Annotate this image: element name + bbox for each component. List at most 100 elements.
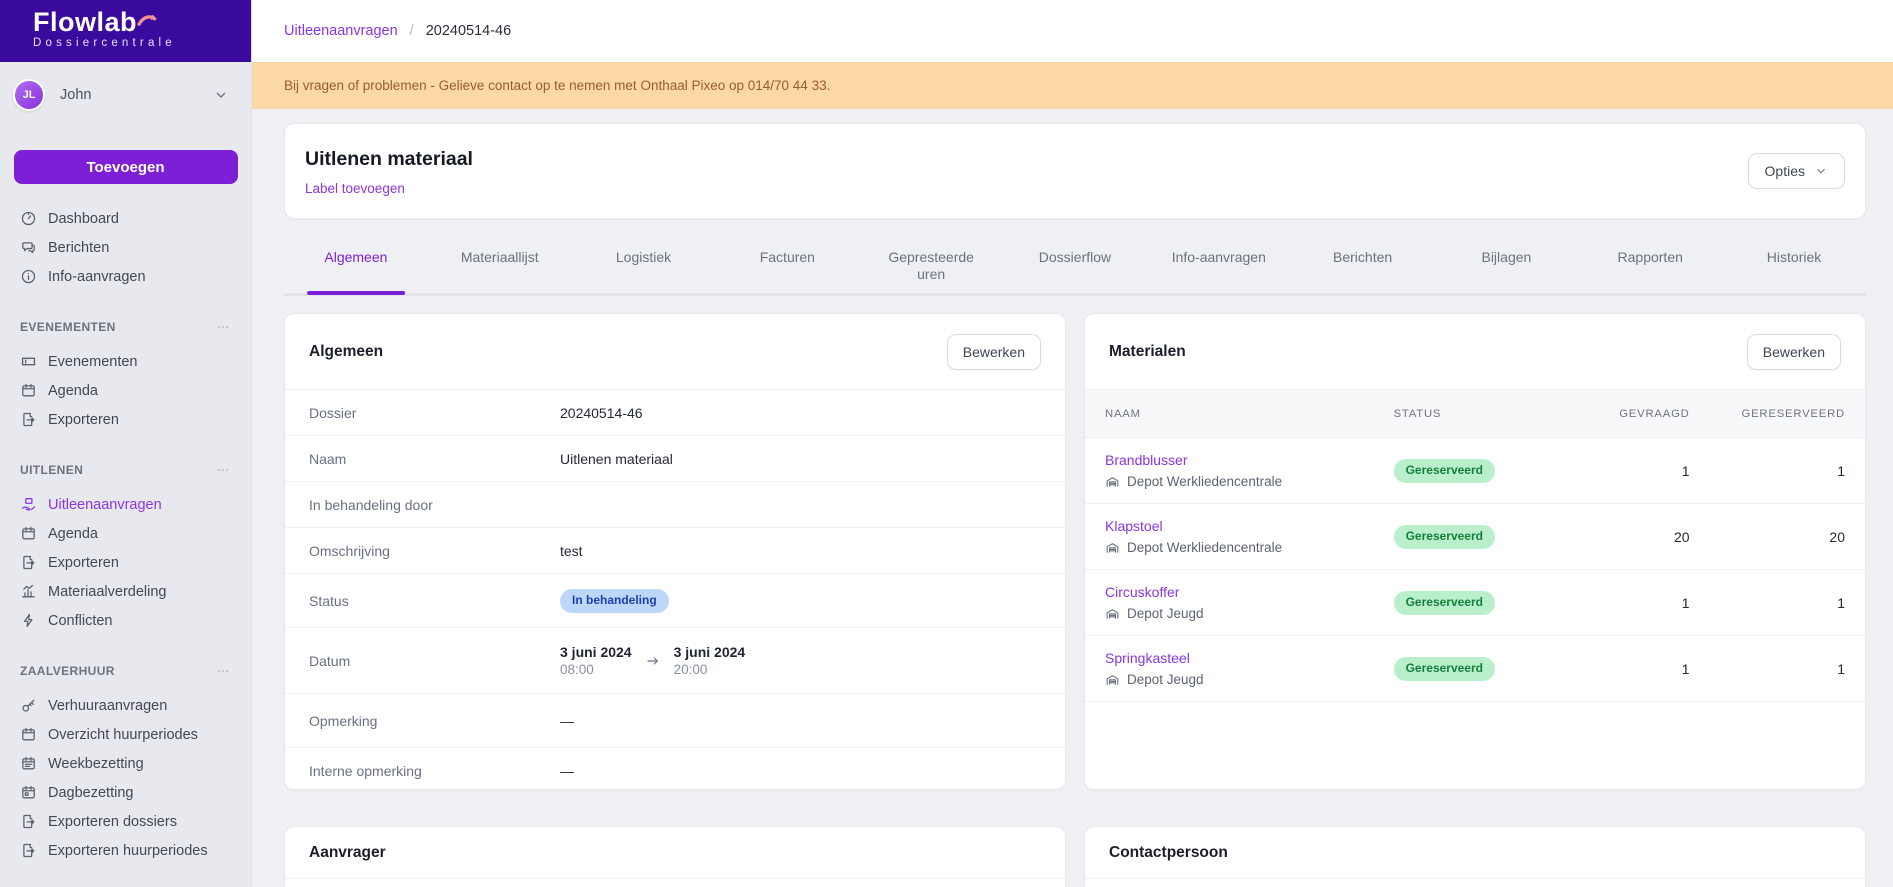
tab[interactable]: Facturen bbox=[715, 237, 859, 292]
ellipsis-icon[interactable] bbox=[215, 462, 231, 478]
breadcrumb-parent[interactable]: Uitleenaanvragen bbox=[284, 23, 398, 39]
tab[interactable]: Berichten bbox=[1291, 237, 1435, 292]
topbar: Uitleenaanvragen / 20240514-46 bbox=[252, 0, 1893, 62]
detail-value: Uitlenen materiaal bbox=[560, 451, 673, 467]
options-button[interactable]: Opties bbox=[1748, 153, 1845, 189]
arrow-swoosh-icon bbox=[131, 10, 163, 30]
ticket-icon bbox=[20, 353, 37, 370]
material-link[interactable]: Circuskoffer bbox=[1105, 584, 1179, 600]
detail-value: 20240514-46 bbox=[560, 405, 643, 421]
sidebar-item[interactable]: Verhuuraanvragen bbox=[0, 691, 251, 720]
export-icon bbox=[20, 842, 37, 859]
sidebar-item[interactable]: Conflicten bbox=[0, 606, 251, 635]
tab[interactable]: Gepresteerde uren bbox=[859, 237, 1003, 293]
sidebar-item[interactable]: Info-aanvragen bbox=[0, 262, 251, 291]
material-row: Klapstoel Depot Werkliedencentrale Geres… bbox=[1085, 504, 1865, 570]
section-title: ZAALVERHUUR bbox=[20, 664, 115, 678]
materialen-card: Materialen Bewerken Naam Status Gevraagd… bbox=[1084, 313, 1866, 790]
detail-row: Dossier 20240514-46 bbox=[285, 390, 1065, 436]
sidebar-item[interactable]: Agenda bbox=[0, 376, 251, 405]
sidebar: Flowlab Dossiercentrale JL John Toevoege… bbox=[0, 0, 252, 887]
section-title: UITLENEN bbox=[20, 463, 83, 477]
material-link[interactable]: Brandblusser bbox=[1105, 452, 1188, 468]
tab[interactable]: Dossierflow bbox=[1003, 237, 1147, 292]
sidebar-item[interactable]: Overzicht huurperiodes bbox=[0, 720, 251, 749]
material-link[interactable]: Springkasteel bbox=[1105, 650, 1190, 666]
sidebar-item[interactable]: Materiaalverdeling bbox=[0, 577, 251, 606]
sidebar-item[interactable]: Exporteren bbox=[0, 405, 251, 434]
sidebar-item[interactable]: Evenementen bbox=[0, 347, 251, 376]
sidebar-section-evenementen: EVENEMENTEN Evenementen Agenda Exporte bbox=[0, 312, 251, 434]
sidebar-item[interactable]: Exporteren dossiers bbox=[0, 807, 251, 836]
reserved-quantity: 1 bbox=[1690, 463, 1845, 479]
card-title-materialen: Materialen bbox=[1109, 343, 1186, 361]
detail-row: Omschrijving test bbox=[285, 528, 1065, 574]
ellipsis-icon[interactable] bbox=[215, 663, 231, 679]
start-date: 3 juni 2024 bbox=[560, 643, 632, 661]
calendar-icon bbox=[20, 382, 37, 399]
material-row: Brandblusser Depot Werkliedencentrale Ge… bbox=[1085, 438, 1865, 504]
tab[interactable]: Algemeen bbox=[284, 237, 428, 292]
edit-materialen-button[interactable]: Bewerken bbox=[1747, 334, 1841, 370]
sidebar-item[interactable]: Dagbezetting bbox=[0, 778, 251, 807]
contactpersoon-card: Contactpersoon bbox=[1084, 826, 1866, 887]
detail-row: Datum 3 juni 2024 08:00 bbox=[285, 628, 1065, 694]
sidebar-item[interactable]: Dashboard bbox=[0, 204, 251, 233]
detail-row: Interne opmerking — bbox=[285, 748, 1065, 790]
detail-label: Status bbox=[309, 593, 560, 609]
warehouse-icon bbox=[1105, 474, 1120, 489]
user-menu[interactable]: JL John bbox=[0, 62, 251, 128]
brand-logo[interactable]: Flowlab Dossiercentrale bbox=[0, 0, 251, 62]
sidebar-item[interactable]: Uitleenaanvragen bbox=[0, 490, 251, 519]
sidebar-item[interactable]: Agenda bbox=[0, 519, 251, 548]
page-title: Uitlenen materiaal bbox=[305, 146, 1845, 172]
card-title-algemeen: Algemeen bbox=[309, 343, 383, 361]
calendar-icon bbox=[20, 525, 37, 542]
tab[interactable]: Bijlagen bbox=[1435, 237, 1579, 292]
depot-name: Depot Werkliedencentrale bbox=[1127, 474, 1282, 489]
user-name: John bbox=[60, 87, 213, 103]
tab[interactable]: Materiaallijst bbox=[428, 237, 572, 292]
chevron-down-icon bbox=[213, 87, 229, 103]
detail-value: — bbox=[560, 713, 574, 729]
start-time: 08:00 bbox=[560, 661, 632, 679]
tab[interactable]: Historiek bbox=[1722, 237, 1866, 292]
sidebar-item[interactable]: Exporteren bbox=[0, 548, 251, 577]
aanvrager-card: Aanvrager bbox=[284, 826, 1066, 887]
ellipsis-icon[interactable] bbox=[215, 319, 231, 335]
bottom-cards-row: Aanvrager Contactpersoon bbox=[284, 826, 1866, 887]
lend-icon bbox=[20, 496, 37, 513]
requested-quantity: 1 bbox=[1579, 463, 1690, 479]
requested-quantity: 1 bbox=[1579, 595, 1690, 611]
sidebar-item[interactable]: Berichten bbox=[0, 233, 251, 262]
sidebar-item[interactable]: Weekbezetting bbox=[0, 749, 251, 778]
brand-tagline: Dossiercentrale bbox=[33, 37, 251, 49]
arrow-right-icon bbox=[645, 653, 661, 669]
key-icon bbox=[20, 697, 37, 714]
cards-row: Algemeen Bewerken Dossier 20240514-46 bbox=[284, 313, 1866, 790]
main-area: Uitleenaanvragen / 20240514-46 Bij vrage… bbox=[252, 0, 1893, 887]
add-label-link[interactable]: Label toevoegen bbox=[305, 180, 405, 198]
tab[interactable]: Logistiek bbox=[572, 237, 716, 292]
detail-value: — bbox=[560, 763, 574, 779]
export-icon bbox=[20, 813, 37, 830]
tab[interactable]: Rapporten bbox=[1578, 237, 1722, 292]
reserved-badge: Gereserveerd bbox=[1394, 657, 1495, 681]
tab-bar: Algemeen Materiaallijst Logistiek Factur… bbox=[284, 237, 1866, 296]
materials-table-header: Naam Status Gevraagd Gereserveerd bbox=[1085, 390, 1865, 438]
reserved-quantity: 20 bbox=[1690, 529, 1845, 545]
date-range: 3 juni 2024 08:00 3 juni 2024 20:00 bbox=[560, 643, 745, 679]
sidebar-item[interactable]: Exporteren huurperiodes bbox=[0, 836, 251, 865]
detail-label: Dossier bbox=[309, 405, 560, 421]
detail-label: Datum bbox=[309, 653, 560, 669]
chart-icon bbox=[20, 583, 37, 600]
brand-name: Flowlab bbox=[33, 8, 137, 36]
notice-text: Bij vragen of problemen - Gelieve contac… bbox=[284, 78, 830, 93]
material-link[interactable]: Klapstoel bbox=[1105, 518, 1163, 534]
add-button[interactable]: Toevoegen bbox=[14, 150, 238, 184]
tab[interactable]: Info-aanvragen bbox=[1147, 237, 1291, 292]
warehouse-icon bbox=[1105, 540, 1120, 555]
sidebar-section-zaalverhuur: ZAALVERHUUR Verhuuraanvragen Overzicht h… bbox=[0, 656, 251, 865]
edit-algemeen-button[interactable]: Bewerken bbox=[947, 334, 1041, 370]
section-title: EVENEMENTEN bbox=[20, 320, 116, 334]
